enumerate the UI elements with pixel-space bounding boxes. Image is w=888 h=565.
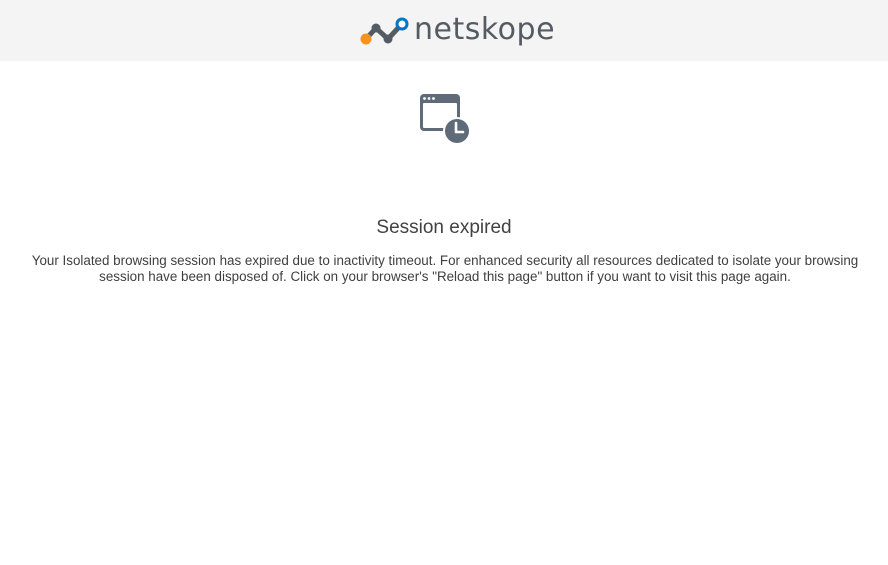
top-bar: netskope (0, 0, 888, 61)
browser-window-clock-icon (420, 94, 471, 145)
session-expired-message: Your Isolated browsing session has expir… (31, 253, 859, 284)
brand-name: netskope (414, 12, 556, 47)
netskope-logo-icon (360, 17, 409, 45)
page-title: Session expired (376, 217, 512, 238)
netskope-logo: netskope (360, 12, 560, 49)
